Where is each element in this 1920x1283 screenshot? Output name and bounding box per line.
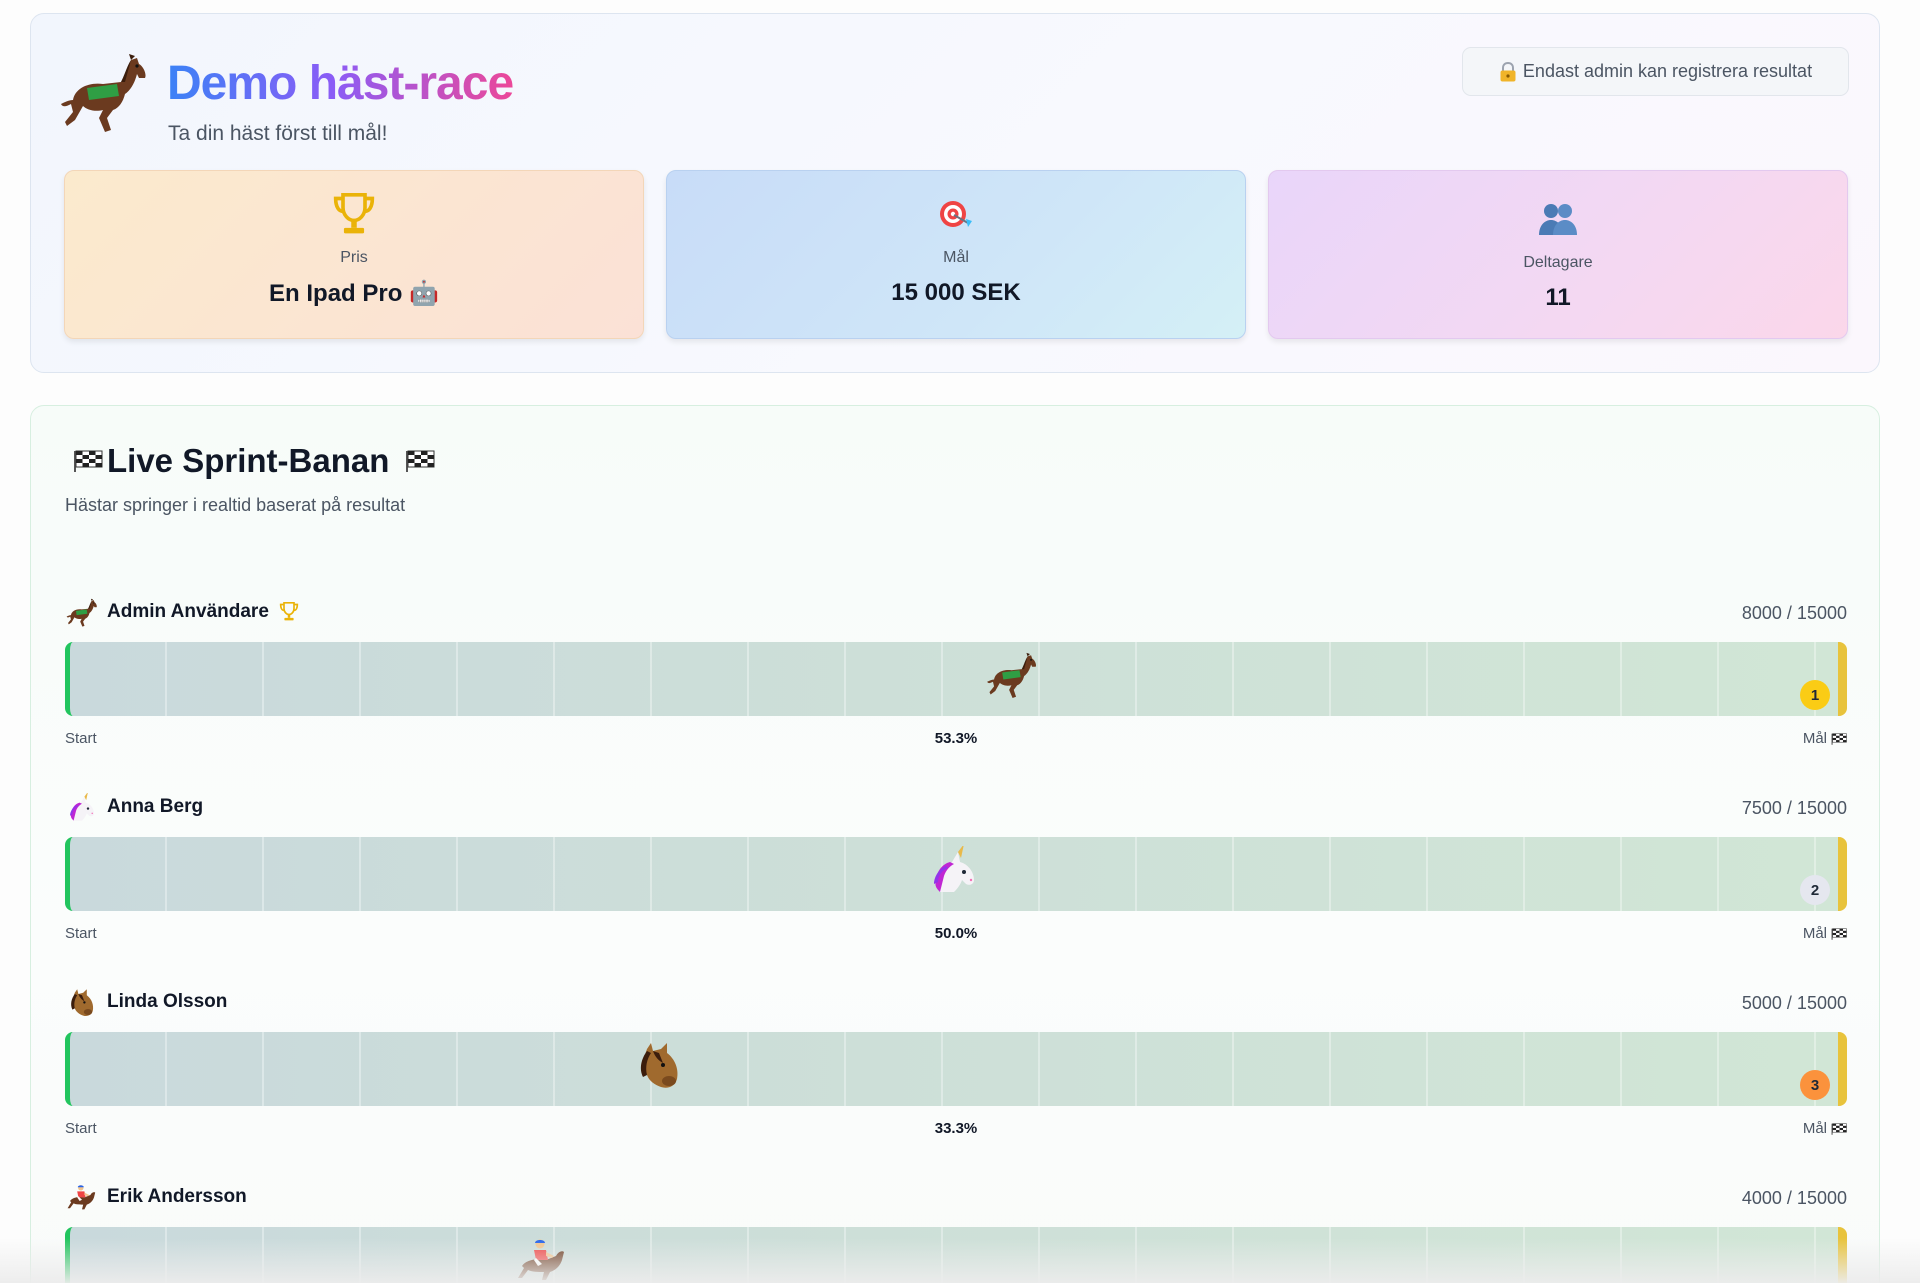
bottom-fade	[0, 1238, 1920, 1283]
track-goal-label: Mål	[1803, 1120, 1847, 1137]
race-track: 1	[65, 642, 1847, 716]
participant-score: 4000 / 15000	[1741, 1188, 1847, 1208]
checkered-flag-icon	[1831, 928, 1847, 940]
participant-name-text: Linda Olsson	[107, 991, 228, 1012]
page-title: Demo häst-race	[167, 57, 514, 110]
participant-name: Admin Användare	[107, 601, 299, 623]
checkered-flag-icon	[1831, 1123, 1847, 1135]
participant-name: Erik Andersson	[107, 1186, 247, 1208]
people-icon	[1539, 204, 1577, 235]
trophy-icon	[332, 191, 376, 239]
progress-percent-text: 50.0%	[934, 925, 978, 942]
race-track: 3	[65, 1032, 1847, 1106]
participant-name-text: Anna Berg	[107, 796, 204, 817]
rank-badge: 2	[1800, 875, 1830, 905]
participant-score: 7500 / 15000	[1741, 798, 1847, 818]
progress-percent-text: 33.3%	[934, 1120, 978, 1137]
participant-score: 5000 / 15000	[1741, 993, 1847, 1013]
horse-face-icon	[65, 988, 99, 1018]
track-start-label: Start	[65, 925, 97, 942]
race-lane: Anna Berg 7500 / 15000 2 Start 50.0% Mål	[65, 787, 1847, 957]
jockey-icon	[65, 1183, 99, 1213]
race-track: 2	[65, 837, 1847, 911]
stat-value: 11	[1545, 284, 1571, 311]
checkered-flag-icon	[73, 450, 103, 472]
racing-horse-icon	[65, 598, 99, 628]
track-goal-label: Mål	[1803, 730, 1847, 747]
checkered-flag-icon	[1831, 733, 1847, 745]
race-subtitle: Hästar springer i realtid baserat på res…	[65, 495, 406, 515]
stat-label: Pris	[340, 249, 368, 266]
stat-card-goal: Mål 15 000 SEK	[666, 170, 1246, 339]
race-title-text: Live Sprint-Banan	[107, 442, 390, 479]
horse-face-icon	[633, 1041, 685, 1091]
participant-name-text: Erik Andersson	[107, 1186, 247, 1207]
page: Demo häst-race Ta din häst först till må…	[0, 0, 1920, 1283]
stat-value: En Ipad Pro 🤖	[269, 280, 439, 307]
track-goal-label: Mål	[1803, 925, 1847, 942]
race-lane: Linda Olsson 5000 / 15000 3 Start 33.3% …	[65, 982, 1847, 1152]
progress-percent-text: 53.3%	[934, 730, 978, 747]
lock-icon	[1500, 61, 1516, 81]
track-goal-text: Mål	[1802, 1120, 1827, 1137]
admin-only-notice-text: Endast admin kan registrera resultat	[1522, 61, 1813, 81]
track-start-label: Start	[65, 1120, 97, 1137]
participant-score: 8000 / 15000	[1741, 603, 1847, 623]
racing-horse-icon	[986, 651, 1038, 701]
admin-only-notice: Endast admin kan registrera resultat	[1462, 47, 1849, 96]
stat-label: Mål	[943, 249, 969, 266]
participant-name: Linda Olsson	[107, 991, 227, 1013]
unicorn-icon	[65, 793, 99, 823]
rank-badge: 1	[1800, 680, 1830, 710]
checkered-flag-icon	[405, 450, 435, 472]
unicorn-icon	[928, 846, 980, 896]
stat-card-prize: Pris En Ipad Pro 🤖	[64, 170, 644, 339]
trophy-icon	[279, 601, 299, 623]
header-card: Demo häst-race Ta din häst först till må…	[30, 13, 1880, 373]
page-subtitle: Ta din häst först till mål!	[168, 122, 388, 145]
track-goal-text: Mål	[1802, 730, 1827, 747]
participant-name-text: Admin Användare	[107, 601, 269, 622]
track-goal-text: Mål	[1802, 925, 1827, 942]
stat-label: Deltagare	[1523, 254, 1593, 271]
racing-horse-icon	[59, 52, 149, 136]
race-track-section: Live Sprint-Banan Hästar springer i real…	[30, 405, 1880, 1283]
race-lane: Admin Användare 8000 / 15000 1 Start 53.…	[65, 592, 1847, 762]
track-start-label: Start	[65, 730, 97, 747]
rank-badge: 3	[1800, 1070, 1830, 1100]
target-icon	[940, 201, 972, 227]
participant-name: Anna Berg	[107, 796, 203, 818]
race-title: Live Sprint-Banan	[73, 442, 435, 480]
stat-value: 15 000 SEK	[891, 279, 1021, 306]
stat-card-participants: Deltagare 11	[1268, 170, 1848, 339]
